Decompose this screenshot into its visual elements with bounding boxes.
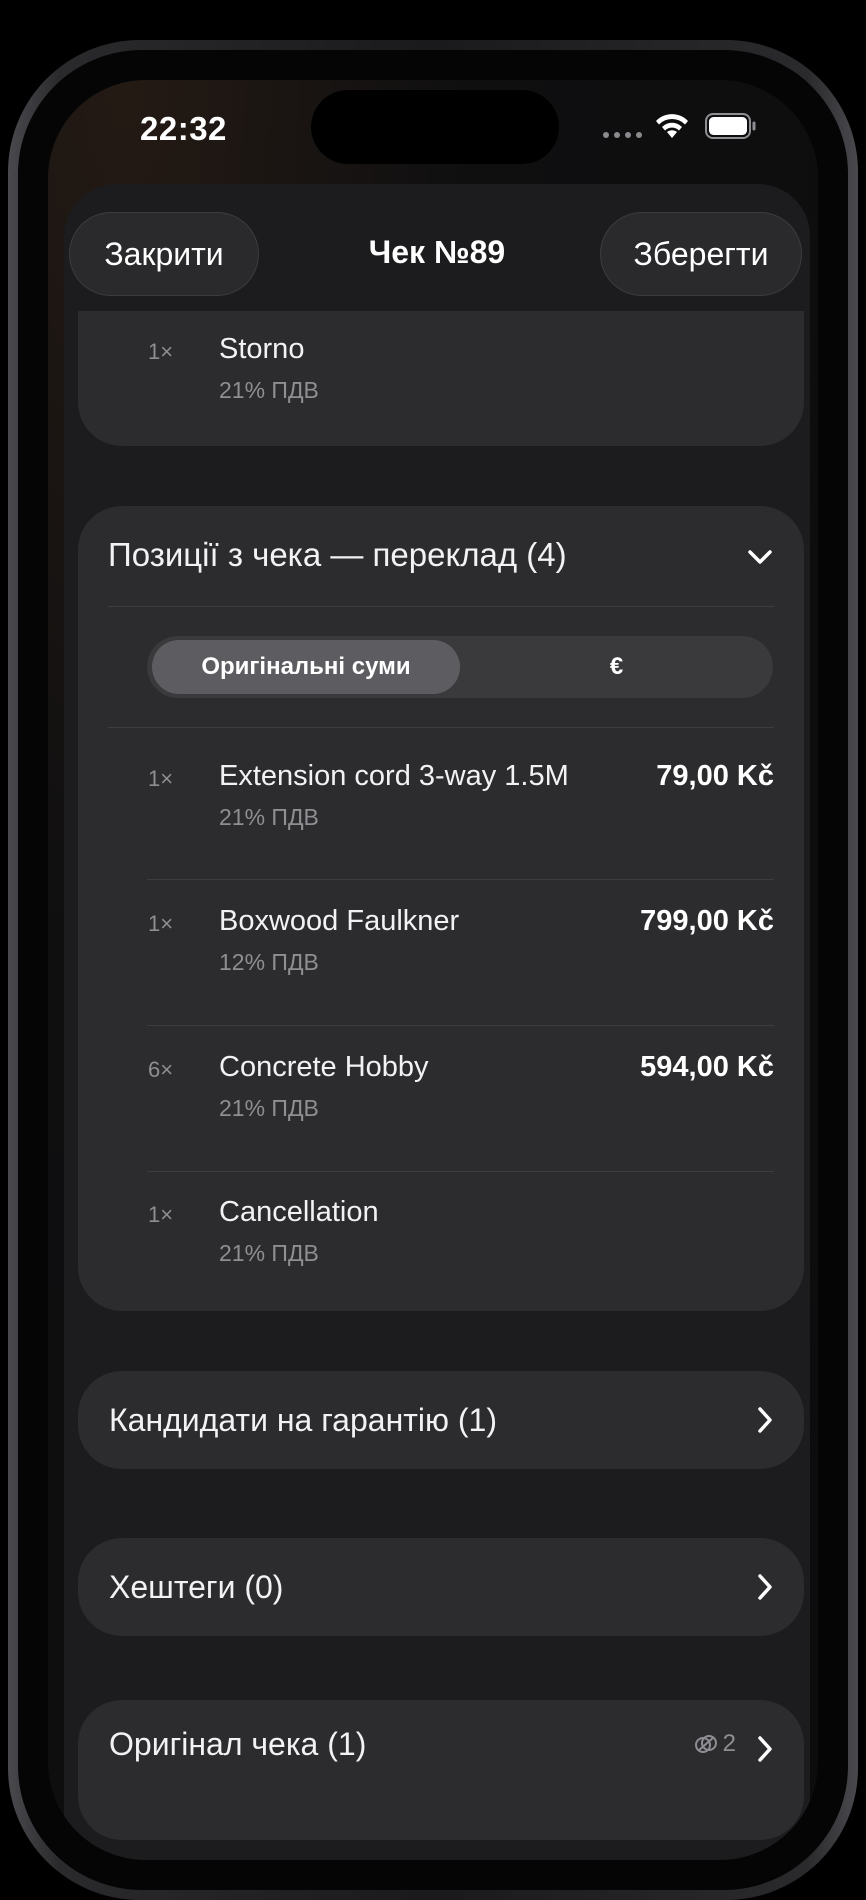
phone-bezel: 22:32 Закрити Чек №89 Зберегти 1× Storno…: [18, 50, 848, 1890]
dynamic-island: [311, 90, 559, 164]
warranty-label: Кандидати на гарантію (1): [109, 1401, 497, 1438]
item-quantity: 1×: [148, 339, 174, 364]
segment-original-amounts[interactable]: Оригінальні суми: [152, 640, 460, 694]
battery-icon: [705, 113, 756, 139]
cellular-signal-icon: [603, 132, 642, 138]
segment-euro[interactable]: €: [465, 640, 768, 694]
item-name: Boxwood Faulkner: [219, 905, 460, 937]
divider: [147, 1025, 774, 1026]
list-item[interactable]: 1× Cancellation 21% ПДВ: [78, 1174, 804, 1320]
item-vat: 21% ПДВ: [219, 1240, 319, 1266]
wifi-icon: [656, 114, 688, 138]
item-quantity: 1×: [148, 766, 174, 791]
currency-segmented-control[interactable]: Оригінальні суми €: [147, 636, 773, 698]
item-price: 799,00 Kč: [640, 905, 774, 937]
attachment-icon: [694, 1735, 717, 1753]
divider: [108, 606, 774, 607]
item-name: Cancellation: [219, 1196, 379, 1228]
original-receipt-row[interactable]: Оригінал чека (1) 2: [78, 1700, 804, 1840]
list-item[interactable]: 1× Boxwood Faulkner 12% ПДВ 799,00 Kč: [78, 883, 804, 1029]
list-item[interactable]: 1× Extension cord 3-way 1.5M 21% ПДВ 79,…: [78, 738, 804, 884]
item-vat: 21% ПДВ: [219, 1095, 319, 1121]
chevron-right-icon: [758, 1736, 772, 1762]
translated-items-card: Позиції з чека — переклад (4) Оригінальн…: [78, 506, 804, 1311]
phone-frame: 22:32 Закрити Чек №89 Зберегти 1× Storno…: [8, 40, 858, 1900]
item-quantity: 6×: [148, 1057, 174, 1082]
receipt-sheet: Закрити Чек №89 Зберегти 1× Storno 21% П…: [64, 184, 810, 1860]
item-vat: 12% ПДВ: [219, 949, 319, 975]
chevron-right-icon: [758, 1574, 772, 1600]
section-title[interactable]: Позиції з чека — переклад (4): [108, 536, 567, 574]
status-time: 22:32: [140, 110, 227, 147]
item-name: Extension cord 3-way 1.5M: [219, 760, 569, 792]
item-vat: 21% ПДВ: [219, 804, 319, 830]
attachment-count-value: 2: [722, 1730, 736, 1757]
divider: [108, 727, 774, 728]
item-name: Concrete Hobby: [219, 1051, 429, 1083]
original-items-card: 1× Storno 21% ПДВ: [78, 311, 804, 446]
item-price: 594,00 Kč: [640, 1051, 774, 1083]
original-receipt-label: Оригінал чека (1): [109, 1726, 367, 1762]
item-quantity: 1×: [148, 1202, 174, 1227]
chevron-down-icon[interactable]: [746, 548, 774, 566]
item-vat: 21% ПДВ: [219, 377, 319, 403]
item-quantity: 1×: [148, 911, 174, 936]
save-button[interactable]: Зберегти: [600, 212, 802, 296]
chevron-right-icon: [758, 1407, 772, 1433]
screen: 22:32 Закрити Чек №89 Зберегти 1× Storno…: [48, 80, 818, 1860]
hashtags-row[interactable]: Хештеги (0): [78, 1538, 804, 1636]
warranty-candidates-row[interactable]: Кандидати на гарантію (1): [78, 1371, 804, 1469]
item-price: 79,00 Kč: [656, 760, 774, 792]
divider: [147, 1171, 774, 1172]
attachment-count: 2: [693, 1730, 736, 1758]
item-name: Storno: [219, 333, 305, 365]
list-item[interactable]: 1× Storno 21% ПДВ: [78, 311, 804, 457]
list-item[interactable]: 6× Concrete Hobby 21% ПДВ 594,00 Kč: [78, 1029, 804, 1175]
hashtags-label: Хештеги (0): [109, 1568, 284, 1605]
divider: [147, 879, 774, 880]
